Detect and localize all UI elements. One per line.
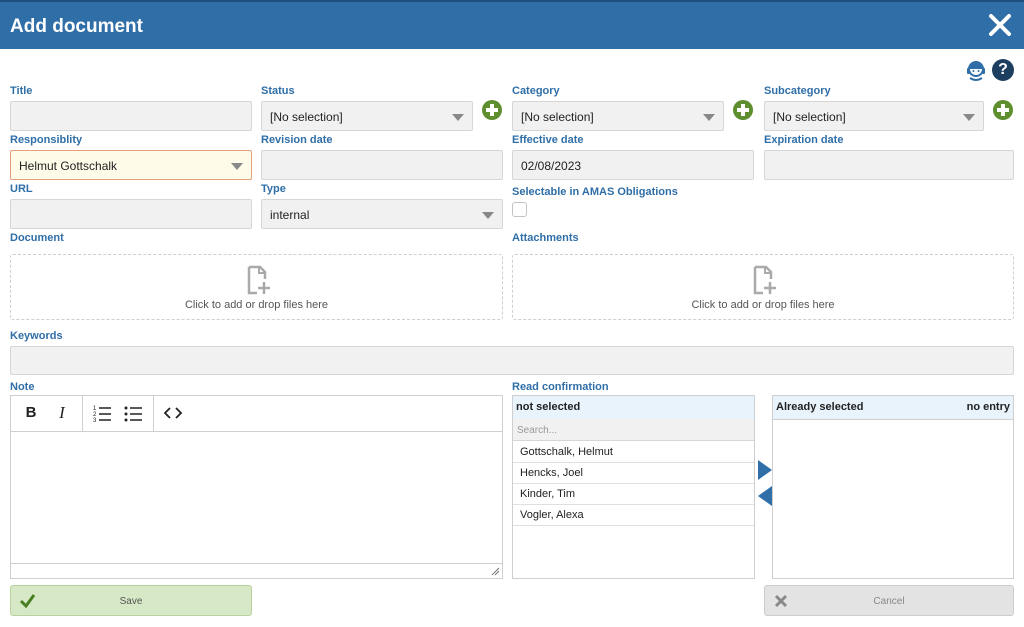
attachments-label: Attachments (512, 232, 579, 244)
revision-date-input[interactable] (261, 150, 503, 180)
subcategory-select[interactable]: [No selection] (764, 101, 984, 131)
read-confirmation-label: Read confirmation (512, 381, 609, 393)
person-name: Hencks, Joel (520, 467, 583, 479)
search-placeholder: Search... (517, 425, 558, 436)
dialog-header: Add document (0, 0, 1024, 49)
save-button[interactable]: Save (10, 585, 252, 616)
close-icon[interactable] (988, 13, 1012, 37)
type-value: internal (270, 208, 310, 222)
keywords-input[interactable] (10, 346, 1014, 375)
status-label: Status (261, 85, 295, 97)
document-dropzone[interactable]: Click to add or drop files here (10, 254, 503, 320)
not-selected-title: not selected (516, 401, 581, 413)
help-icon[interactable]: ? (992, 59, 1014, 81)
not-selected-panel: not selected Search... Gottschalk, Helmu… (512, 395, 755, 579)
not-selected-header: not selected (513, 396, 754, 420)
amas-label: Selectable in AMAS Obligations (512, 186, 678, 198)
format-group: B I (11, 396, 83, 431)
list-item[interactable]: Hencks, Joel (513, 463, 754, 484)
url-input[interactable] (10, 199, 252, 229)
italic-icon[interactable]: I (51, 403, 73, 423)
add-status-icon[interactable] (482, 100, 502, 120)
type-label: Type (261, 183, 286, 195)
revision-date-label: Revision date (261, 134, 333, 146)
dropdown-arrow-icon (703, 114, 715, 121)
expiration-date-label: Expiration date (764, 134, 844, 146)
dropdown-arrow-icon (482, 212, 494, 219)
status-select[interactable]: [No selection] (261, 101, 473, 131)
responsibility-select[interactable]: Helmut Gottschalk (10, 150, 252, 180)
list-item[interactable]: Gottschalk, Helmut (513, 442, 754, 463)
svg-text:3: 3 (93, 418, 97, 423)
add-file-icon (753, 265, 776, 295)
dropdown-arrow-icon (963, 114, 975, 121)
cancel-button[interactable]: Cancel (764, 585, 1014, 616)
resize-handle-icon[interactable] (491, 567, 500, 576)
arrow-right-icon[interactable] (757, 459, 773, 481)
category-select[interactable]: [No selection] (512, 101, 724, 131)
list-group: 1 2 3 (82, 396, 154, 431)
dropdown-arrow-icon (452, 114, 464, 121)
person-name: Kinder, Tim (520, 488, 576, 500)
subcategory-label: Subcategory (764, 85, 831, 97)
note-label: Note (10, 381, 35, 393)
note-textarea[interactable] (11, 432, 502, 563)
title-label: Title (10, 85, 33, 97)
effective-date-input[interactable]: 02/08/2023 (512, 150, 754, 180)
document-drop-text: Click to add or drop files here (184, 299, 329, 311)
already-selected-panel: Already selected no entry (772, 395, 1014, 579)
add-subcategory-icon[interactable] (993, 100, 1013, 120)
subcategory-value: [No selection] (773, 110, 846, 124)
already-selected-header: Already selected no entry (773, 396, 1013, 420)
code-icon[interactable] (162, 403, 184, 423)
person-name: Vogler, Alexa (520, 509, 584, 521)
dialog-title: Add document (10, 16, 143, 37)
cancel-label: Cancel (873, 596, 905, 607)
document-label: Document (10, 232, 64, 244)
attachments-dropzone[interactable]: Click to add or drop files here (512, 254, 1014, 320)
unordered-list-icon[interactable] (122, 403, 144, 423)
people-search-input[interactable]: Search... (513, 419, 754, 441)
support-agent-icon[interactable] (965, 59, 987, 81)
person-name: Gottschalk, Helmut (520, 446, 613, 458)
url-label: URL (10, 183, 33, 195)
editor-toolbar: B I 1 2 3 (11, 396, 502, 432)
list-item[interactable]: Vogler, Alexa (513, 505, 754, 526)
add-category-icon[interactable] (733, 100, 753, 120)
note-editor: B I 1 2 3 (10, 395, 503, 579)
ordered-list-icon[interactable]: 1 2 3 (91, 403, 113, 423)
already-selected-title: Already selected (776, 401, 864, 413)
list-item[interactable]: Kinder, Tim (513, 484, 754, 505)
bold-icon[interactable]: B (20, 403, 42, 423)
category-value: [No selection] (521, 110, 594, 124)
responsibility-value: Helmut Gottschalk (19, 159, 118, 173)
attachments-drop-text: Click to add or drop files here (691, 299, 835, 311)
no-entry-text: no entry (966, 401, 1010, 413)
type-select[interactable]: internal (261, 199, 503, 229)
effective-date-label: Effective date (512, 134, 584, 146)
category-label: Category (512, 85, 560, 97)
keywords-label: Keywords (10, 330, 63, 342)
status-value: [No selection] (270, 110, 343, 124)
amas-checkbox[interactable] (512, 202, 527, 217)
title-input[interactable] (10, 101, 252, 131)
effective-date-value: 02/08/2023 (521, 159, 582, 173)
arrow-left-icon[interactable] (757, 485, 773, 507)
responsibility-label: Responsiblity (10, 134, 83, 146)
add-file-icon (247, 265, 270, 295)
expiration-date-input[interactable] (764, 150, 1014, 180)
save-label: Save (119, 596, 143, 607)
editor-statusbar (11, 563, 502, 578)
dropdown-arrow-icon (231, 163, 243, 170)
